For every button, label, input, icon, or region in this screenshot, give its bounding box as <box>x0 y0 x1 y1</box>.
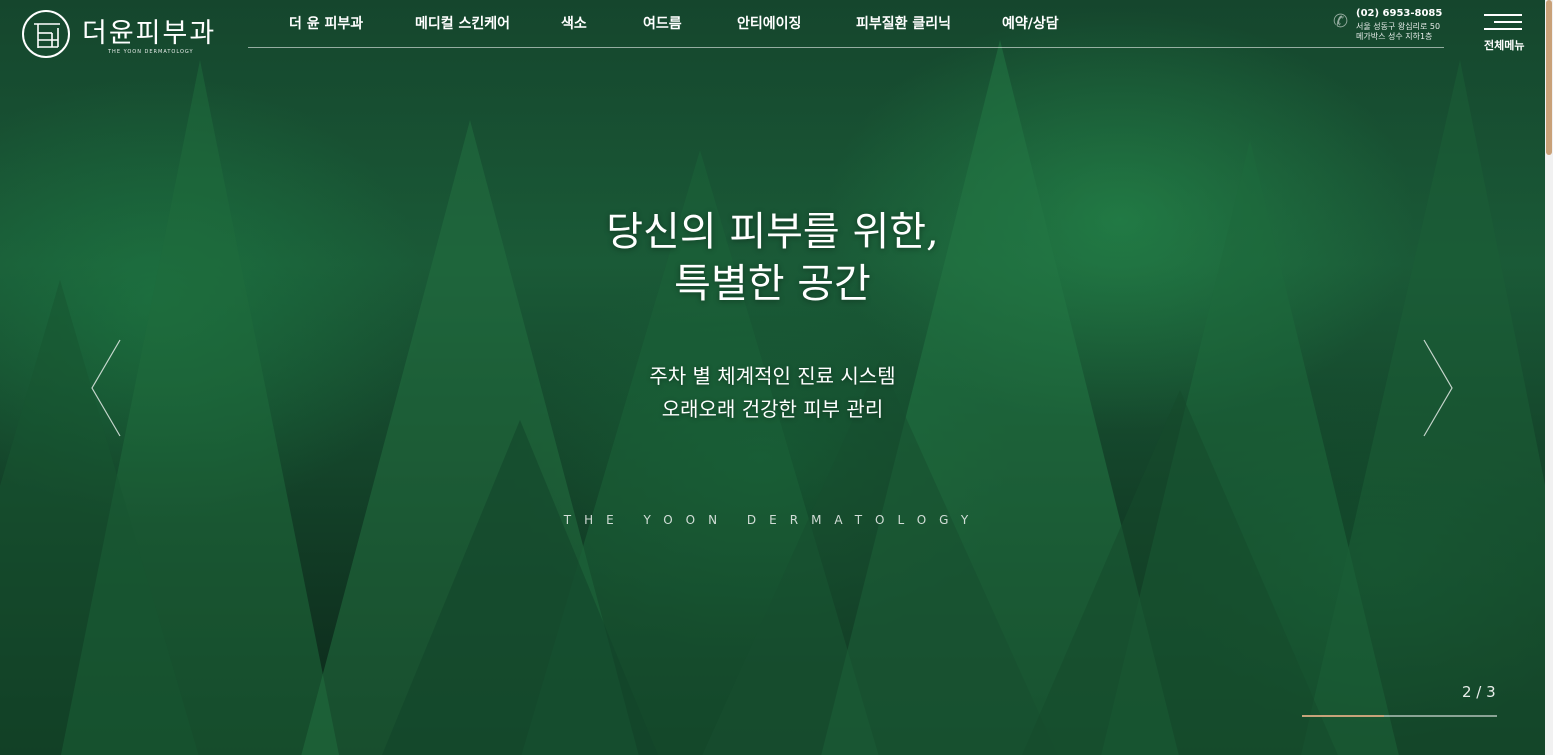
main-nav: 더 윤 피부과 메디컬 스킨케어 색소 여드름 안티에이징 피부질환 클리닉 예… <box>248 0 1444 48</box>
hero-headline: 당신의 피부를 위한, 특별한 공간 <box>0 206 1545 310</box>
nav-item-acne[interactable]: 여드름 <box>643 13 682 33</box>
logo-wordmark: 더윤피부과 <box>82 18 217 49</box>
slide-counter: 2 / 3 <box>1462 683 1496 701</box>
contact-info[interactable]: ✆ (02) 6953-8085 서울 성동구 왕십리로 50 메가박스 성수 … <box>1333 8 1445 42</box>
address-line-1: 서울 성동구 왕십리로 50 <box>1356 22 1441 31</box>
nav-item-anti-aging[interactable]: 안티에이징 <box>737 13 801 33</box>
chevron-left-icon <box>91 339 121 437</box>
logo-subtitle: THE YOON DERMATOLOGY <box>108 49 194 55</box>
page-scrollbar[interactable] <box>1545 0 1553 755</box>
logo-emblem-icon <box>22 10 70 58</box>
nav-item-medical-skincare[interactable]: 메디컬 스킨케어 <box>415 13 510 33</box>
contact-phone: (02) 6953-8085 <box>1356 8 1443 19</box>
slide-progress-bar <box>1302 715 1497 717</box>
nav-item-about[interactable]: 더 윤 피부과 <box>289 13 363 33</box>
hero-subtext-line-1: 주차 별 체계적인 진료 시스템 <box>649 364 896 388</box>
hero-brand-line: THE YOON DERMATOLOGY <box>563 513 982 527</box>
nav-item-pigmentation[interactable]: 색소 <box>561 13 587 33</box>
contact-address: 서울 성동구 왕십리로 50 메가박스 성수 지하1층 <box>1356 22 1440 42</box>
hero-headline-line-1: 당신의 피부를 위한, <box>606 209 939 255</box>
slider-next-button[interactable] <box>1418 338 1458 438</box>
slider-prev-button[interactable] <box>88 338 128 438</box>
slide-progress-fill <box>1302 715 1384 717</box>
hero-headline-line-2: 특별한 공간 <box>674 261 871 307</box>
chevron-right-icon <box>1423 339 1453 437</box>
scrollbar-thumb[interactable] <box>1546 0 1552 155</box>
hero-subtext: 주차 별 체계적인 진료 시스템 오래오래 건강한 피부 관리 <box>0 360 1545 426</box>
nav-item-skin-disease-clinic[interactable]: 피부질환 클리닉 <box>856 13 951 33</box>
nav-item-reservation[interactable]: 예약/상담 <box>1002 13 1059 33</box>
address-line-2: 메가박스 성수 지하1층 <box>1356 32 1433 41</box>
hero-subtext-line-2: 오래오래 건강한 피부 관리 <box>661 397 884 421</box>
phone-icon: ✆ <box>1333 11 1349 32</box>
full-menu-label: 전체메뉴 <box>1484 39 1525 52</box>
full-menu-button[interactable]: 전체메뉴 <box>1482 12 1526 54</box>
logo[interactable]: 더윤피부과 THE YOON DERMATOLOGY <box>22 10 222 60</box>
